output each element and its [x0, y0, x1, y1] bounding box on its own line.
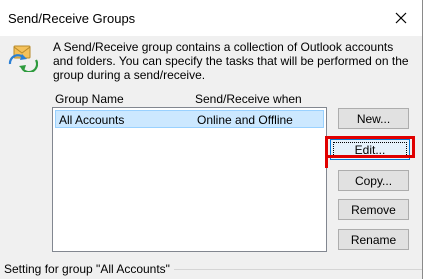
remove-button[interactable]: Remove: [338, 199, 409, 220]
close-button[interactable]: [386, 4, 416, 32]
settings-group-label: Setting for group "All Accounts": [4, 262, 173, 276]
new-button[interactable]: New...: [338, 108, 409, 129]
rename-button[interactable]: Rename: [338, 229, 409, 250]
send-receive-icon: [8, 45, 38, 72]
copy-button[interactable]: Copy...: [338, 170, 409, 191]
group-name-cell: All Accounts: [59, 113, 125, 127]
list-item-all-accounts[interactable]: All Accounts Online and Offline: [55, 110, 324, 128]
title-bar: Send/Receive Groups: [0, 0, 422, 36]
edit-button[interactable]: Edit...: [330, 139, 410, 160]
send-receive-when-cell: Online and Offline: [197, 113, 293, 127]
settings-group-divider: [174, 269, 422, 270]
window-title: Send/Receive Groups: [8, 11, 136, 26]
description-text: A Send/Receive group contains a collecti…: [53, 40, 409, 82]
column-header-send-receive-when[interactable]: Send/Receive when: [195, 92, 302, 106]
close-icon: [395, 12, 407, 24]
send-receive-groups-dialog: Send/Receive Groups A Send/Receive group…: [0, 0, 423, 279]
groups-list[interactable]: All Accounts Online and Offline: [52, 107, 327, 252]
column-header-group-name[interactable]: Group Name: [55, 92, 124, 106]
